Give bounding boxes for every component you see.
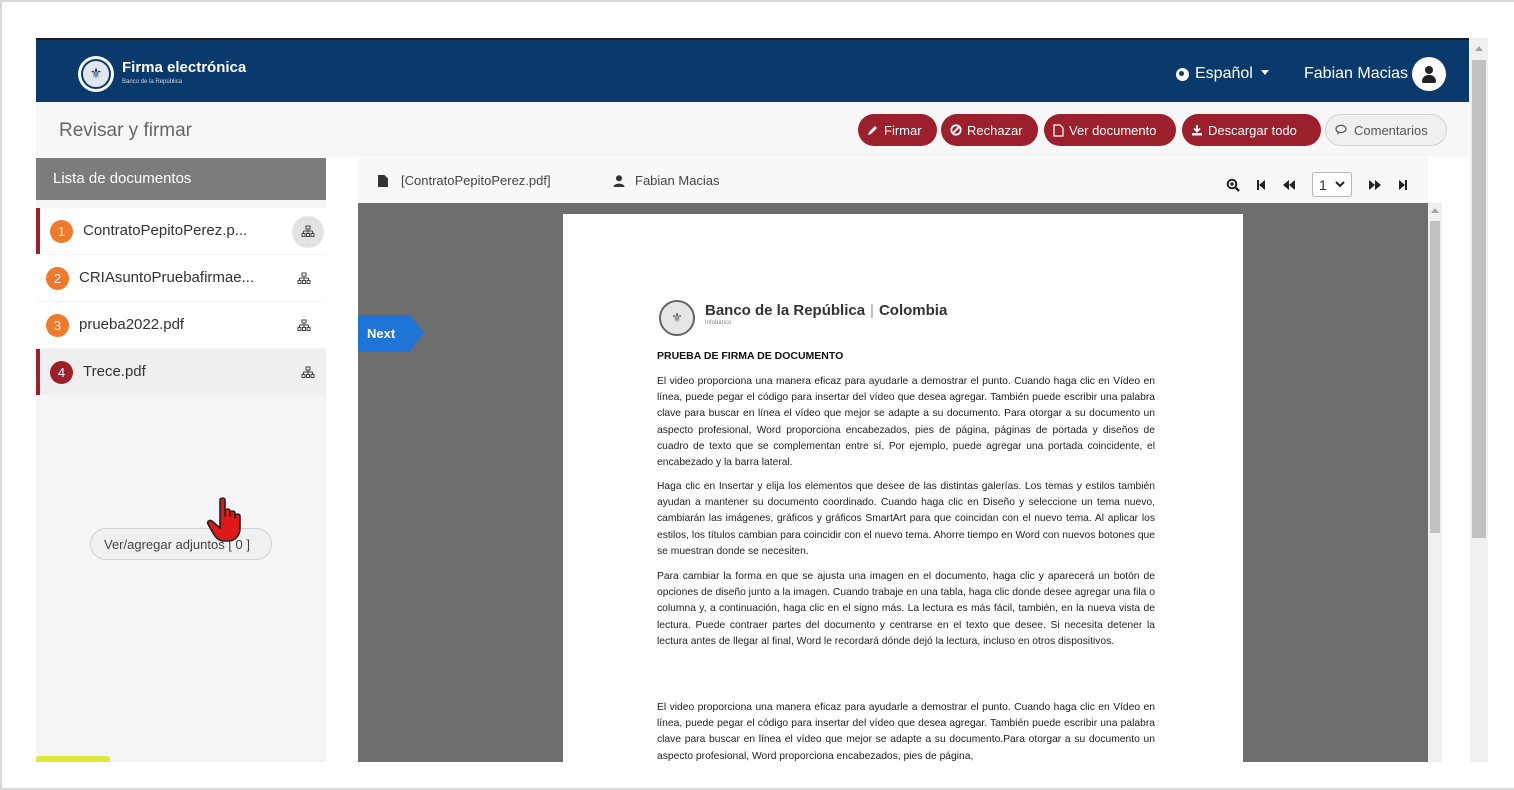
viewer-file-name: [ContratoPepitoPerez.pdf] — [401, 173, 551, 188]
pdf-canvas[interactable]: Next ⚜ Banco de la República | Colombia In… — [358, 203, 1428, 762]
document-item[interactable]: 3 prueba2022.pdf — [36, 302, 326, 348]
viewer-toolbar: [ContratoPepitoPerez.pdf] Fabian Macias … — [358, 158, 1428, 203]
page-scrollbar-thumb[interactable] — [1472, 60, 1486, 538]
viewer-file-info: [ContratoPepitoPerez.pdf] — [378, 173, 551, 188]
globe-icon — [1176, 67, 1189, 81]
document-name: CRIAsuntoPruebafirmae... — [79, 269, 255, 286]
document-name: prueba2022.pdf — [79, 316, 185, 333]
user-name[interactable]: Fabian Macias — [1304, 65, 1408, 83]
document-name: ContratoPepitoPerez.p... — [83, 222, 248, 239]
sitemap-icon[interactable] — [292, 216, 324, 248]
ban-icon — [950, 124, 962, 136]
page-scrollbar[interactable] — [1470, 38, 1488, 762]
view-document-button[interactable]: Ver documento — [1044, 114, 1176, 146]
brand-subtitle: Banco de la República — [122, 79, 183, 85]
user-icon — [1425, 66, 1433, 74]
sitemap-icon[interactable] — [288, 310, 320, 342]
prev-page-icon[interactable] — [1282, 179, 1296, 191]
download-icon — [1192, 125, 1202, 136]
chevron-down-icon — [1260, 69, 1269, 75]
document-name: Trece.pdf — [83, 363, 146, 380]
page-navigation: 1 — [1226, 172, 1408, 197]
document-viewer: [ContratoPepitoPerez.pdf] Fabian Macias … — [358, 158, 1442, 762]
comments-button[interactable]: Comentarios — [1325, 114, 1447, 146]
document-item[interactable]: 4 Trece.pdf — [36, 349, 326, 395]
chevron-down-icon — [1335, 181, 1345, 188]
document-number-badge: 4 — [50, 361, 73, 384]
status-strip — [36, 756, 110, 762]
document-item[interactable]: 1 ContratoPepitoPerez.p... — [36, 208, 326, 254]
hand-pointer-icon — [206, 496, 246, 549]
app: ⚜ Firma electrónica Banco de la Repúblic… — [36, 38, 1469, 762]
page-title: Revisar y firmar — [59, 120, 193, 141]
pencil-icon — [868, 126, 877, 135]
document-paragraph: Haga clic en Insertar y elija los elemen… — [657, 481, 1155, 557]
language-dropdown[interactable]: Español — [1176, 65, 1269, 83]
viewer-scrollbar-thumb[interactable] — [1430, 221, 1440, 533]
download-all-button[interactable]: Descargar todo — [1182, 114, 1321, 146]
viewer-signer: Fabian Macias — [613, 173, 720, 188]
sitemap-icon[interactable] — [288, 263, 320, 295]
document-item[interactable]: 2 CRIAsuntoPruebafirmae... — [36, 255, 326, 301]
user-icon — [613, 174, 625, 187]
last-page-icon[interactable] — [1398, 179, 1408, 191]
title-bar: Revisar y firmar Firmar Rechazar Ver doc… — [36, 102, 1469, 157]
document-brand: Banco de la República | Colombia — [705, 302, 948, 319]
brand-title: Firma electrónica — [122, 59, 247, 76]
zoom-icon[interactable] — [1226, 178, 1240, 192]
document-list-panel: Lista de documentos 1 ContratoPepitoPere… — [36, 158, 326, 762]
document-brand-subtitle: Infobanco — [705, 320, 732, 326]
document-number-badge: 2 — [46, 267, 69, 290]
viewer-scrollbar[interactable] — [1428, 203, 1442, 762]
pdf-page: ⚜ Banco de la República | Colombia Infoban… — [563, 214, 1243, 762]
page-select[interactable]: 1 — [1312, 172, 1352, 197]
reject-button[interactable]: Rechazar — [941, 114, 1038, 146]
document-number-badge: 3 — [46, 314, 69, 337]
file-icon — [1053, 123, 1064, 137]
page-select-value: 1 — [1319, 176, 1327, 193]
document-number-badge: 1 — [50, 220, 73, 243]
document-list-heading: Lista de documentos — [36, 158, 326, 200]
next-page-icon[interactable] — [1368, 179, 1382, 191]
file-icon — [378, 174, 388, 187]
top-navbar: ⚜ Firma electrónica Banco de la Repúblic… — [36, 38, 1469, 102]
next-signature-tab[interactable]: Next — [358, 315, 424, 352]
document-heading: PRUEBA DE FIRMA DE DOCUMENTO — [657, 350, 844, 362]
language-label: Español — [1195, 65, 1253, 82]
user-avatar[interactable] — [1412, 57, 1446, 91]
document-paragraph: El video proporciona una manera eficaz p… — [657, 376, 1155, 469]
document-bank-logo: ⚜ — [659, 300, 695, 336]
viewer-signer-name: Fabian Macias — [635, 173, 720, 188]
first-page-icon[interactable] — [1256, 179, 1266, 191]
document-paragraph: Para cambiar la forma en que se ajusta u… — [657, 571, 1155, 647]
sitemap-icon[interactable] — [292, 357, 324, 389]
sign-button[interactable]: Firmar — [858, 114, 937, 146]
bank-logo[interactable]: ⚜ — [78, 56, 114, 92]
comments-icon — [1335, 124, 1347, 135]
document-paragraph: El video proporciona una manera eficaz p… — [657, 702, 1155, 762]
